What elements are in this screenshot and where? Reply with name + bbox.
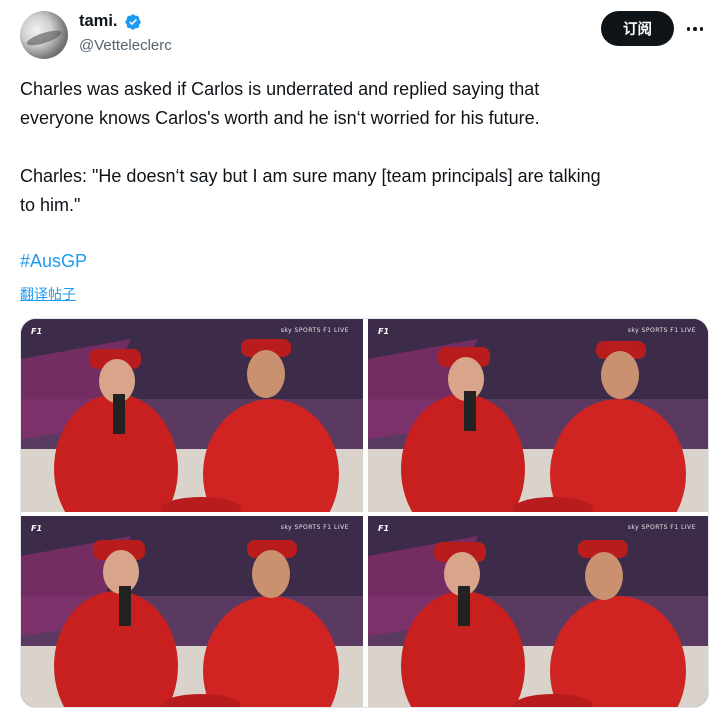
f1-logo: F1 bbox=[31, 327, 43, 336]
press-conference-photo bbox=[21, 516, 363, 707]
media-grid: F1 sky SPORTS F1 LIVE F1 sky SPORTS F1 L… bbox=[20, 318, 709, 708]
tweet-paragraph: Charles was asked if Carlos is underrate… bbox=[20, 79, 540, 128]
broadcaster-overlay: sky SPORTS F1 LIVE bbox=[280, 327, 349, 334]
tweet-body: Charles was asked if Carlos is underrate… bbox=[20, 75, 710, 220]
hashtag-link[interactable]: #AusGP bbox=[20, 251, 87, 272]
f1-logo: F1 bbox=[378, 327, 390, 336]
broadcaster-overlay: sky SPORTS F1 LIVE bbox=[627, 327, 696, 334]
subscribe-button[interactable]: 订阅 bbox=[601, 11, 674, 46]
broadcaster-overlay: sky SPORTS F1 LIVE bbox=[280, 524, 349, 531]
photo[interactable]: F1 sky SPORTS F1 LIVE bbox=[21, 319, 363, 512]
press-conference-photo bbox=[368, 319, 708, 512]
f1-logo: F1 bbox=[31, 524, 43, 533]
more-dots-icon[interactable] bbox=[684, 20, 706, 38]
display-name[interactable]: tami. bbox=[79, 12, 118, 31]
photo[interactable]: F1 sky SPORTS F1 LIVE bbox=[368, 319, 708, 512]
photo[interactable]: F1 sky SPORTS F1 LIVE bbox=[21, 516, 363, 707]
verified-badge-icon bbox=[124, 13, 141, 30]
avatar[interactable] bbox=[20, 11, 68, 59]
author-handle[interactable]: @Vetteleclerc bbox=[79, 37, 172, 54]
tweet-paragraph: Charles: "He doesn‘t say but I am sure m… bbox=[20, 166, 601, 215]
author-name-row: tami. bbox=[79, 12, 142, 31]
f1-logo: F1 bbox=[378, 524, 390, 533]
broadcaster-overlay: sky SPORTS F1 LIVE bbox=[627, 524, 696, 531]
press-conference-photo bbox=[21, 319, 363, 512]
press-conference-photo bbox=[368, 516, 708, 707]
photo[interactable]: F1 sky SPORTS F1 LIVE bbox=[368, 516, 708, 707]
translate-post-link[interactable]: 翻译帖子 bbox=[20, 284, 76, 304]
